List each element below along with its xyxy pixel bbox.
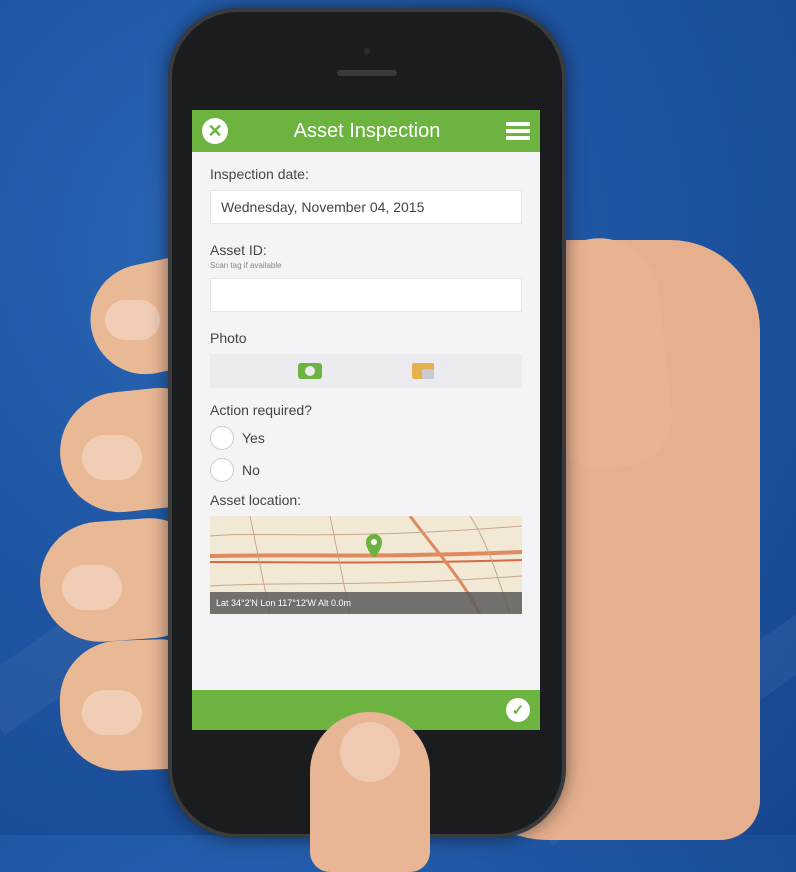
asset-id-label: Asset ID:: [210, 242, 267, 258]
app-screen: ✕ Asset Inspection Inspection date: Wedn…: [192, 110, 540, 730]
radio-button[interactable]: [210, 426, 234, 450]
asset-id-field[interactable]: [210, 278, 522, 312]
fingernail: [82, 435, 142, 480]
radio-button[interactable]: [210, 458, 234, 482]
check-icon[interactable]: ✓: [506, 698, 530, 722]
close-icon[interactable]: ✕: [202, 118, 228, 144]
inspection-date-label: Inspection date:: [210, 166, 309, 182]
fingernail: [82, 690, 142, 735]
asset-id-hint: Scan tag if available: [210, 261, 282, 270]
inspection-form: Inspection date: Wednesday, November 04,…: [192, 152, 540, 622]
asset-location-label: Asset location:: [210, 492, 302, 508]
photo-actions: [210, 354, 522, 388]
page-title: Asset Inspection: [293, 119, 441, 142]
inspection-date-field[interactable]: Wednesday, November 04, 2015: [210, 190, 522, 224]
photo-label: Photo: [210, 330, 247, 346]
camera-icon[interactable]: [298, 363, 322, 379]
hamburger-menu-icon[interactable]: [506, 122, 530, 140]
folder-icon[interactable]: [412, 363, 434, 379]
thumb-nail: [340, 722, 400, 782]
radio-no[interactable]: No: [210, 458, 522, 482]
radio-label: Yes: [242, 430, 265, 446]
radio-label: No: [242, 462, 260, 478]
fingernail: [62, 565, 122, 610]
front-camera: [364, 48, 370, 54]
fingernail: [105, 300, 160, 340]
title-bar: ✕ Asset Inspection: [192, 110, 540, 152]
action-required-label: Action required?: [210, 402, 312, 418]
earpiece-speaker: [337, 70, 397, 76]
radio-yes[interactable]: Yes: [210, 426, 522, 450]
coordinates-readout: Lat 34°2'N Lon 117°12'W Alt 0.0m: [210, 592, 522, 614]
location-map[interactable]: Lat 34°2'N Lon 117°12'W Alt 0.0m: [210, 516, 522, 614]
